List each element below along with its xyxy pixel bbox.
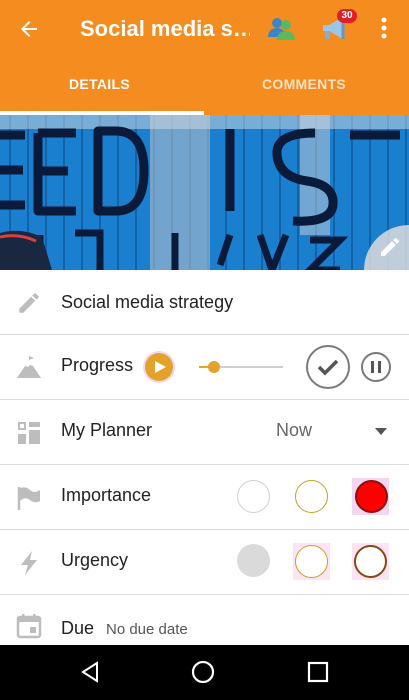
cover-image <box>0 115 409 270</box>
task-name[interactable]: Social media strategy <box>61 292 233 313</box>
kebab-menu-icon <box>381 17 387 39</box>
more-options-button[interactable] <box>378 16 390 40</box>
progress-label: Progress <box>61 355 134 375</box>
checkmark-icon <box>317 359 339 376</box>
system-navigation-bar <box>0 645 409 700</box>
people-icon <box>268 18 295 40</box>
calendar-icon <box>16 614 42 639</box>
people-button[interactable] <box>266 13 296 43</box>
urgency-row: Urgency <box>0 530 409 595</box>
due-date-value[interactable]: No due date <box>106 621 188 638</box>
nav-recents-icon[interactable] <box>307 661 329 683</box>
play-button[interactable] <box>143 351 175 383</box>
pause-button[interactable] <box>361 352 391 382</box>
pencil-icon <box>19 293 39 313</box>
notification-badge: 30 <box>337 9 357 23</box>
page-title: Social media s… <box>80 16 250 41</box>
graffiti-cover-illustration <box>0 115 409 270</box>
urgency-level-2[interactable] <box>293 543 330 580</box>
lightning-icon <box>21 551 37 575</box>
urgency-level-3[interactable] <box>352 543 389 580</box>
importance-level-3[interactable] <box>352 478 389 515</box>
tab-comments[interactable]: COMMENTS <box>262 76 346 92</box>
planner-dropdown-value[interactable]: Now <box>276 420 312 441</box>
urgency-level-1[interactable] <box>237 544 270 577</box>
tab-details[interactable]: DETAILS <box>69 76 130 92</box>
mountain-icon <box>17 356 41 378</box>
name-row: Social media strategy <box>0 270 409 335</box>
pencil-icon <box>381 237 399 256</box>
nav-home-icon[interactable] <box>191 660 215 684</box>
importance-label: Importance <box>61 485 152 505</box>
progress-slider-thumb[interactable] <box>208 361 220 373</box>
importance-level-2[interactable] <box>295 480 328 513</box>
planner-label: My Planner <box>61 420 153 440</box>
flag-icon <box>17 487 40 510</box>
progress-row: Progress <box>0 335 409 400</box>
planner-icon <box>18 422 40 444</box>
due-label: Due <box>61 618 95 638</box>
complete-button[interactable] <box>306 345 350 389</box>
nav-back-icon[interactable] <box>79 661 101 683</box>
arrow-left-icon <box>21 21 37 37</box>
importance-level-1[interactable] <box>237 480 270 513</box>
back-button[interactable] <box>14 14 44 44</box>
planner-row: My Planner Now <box>0 400 409 465</box>
urgency-label: Urgency <box>61 550 129 570</box>
importance-row: Importance <box>0 465 409 530</box>
pause-icon <box>371 361 381 373</box>
dropdown-arrow-icon[interactable] <box>375 428 387 435</box>
play-icon <box>155 361 166 373</box>
app-bar: Social media s… 30 DETAILS COMMENTS <box>0 0 409 115</box>
